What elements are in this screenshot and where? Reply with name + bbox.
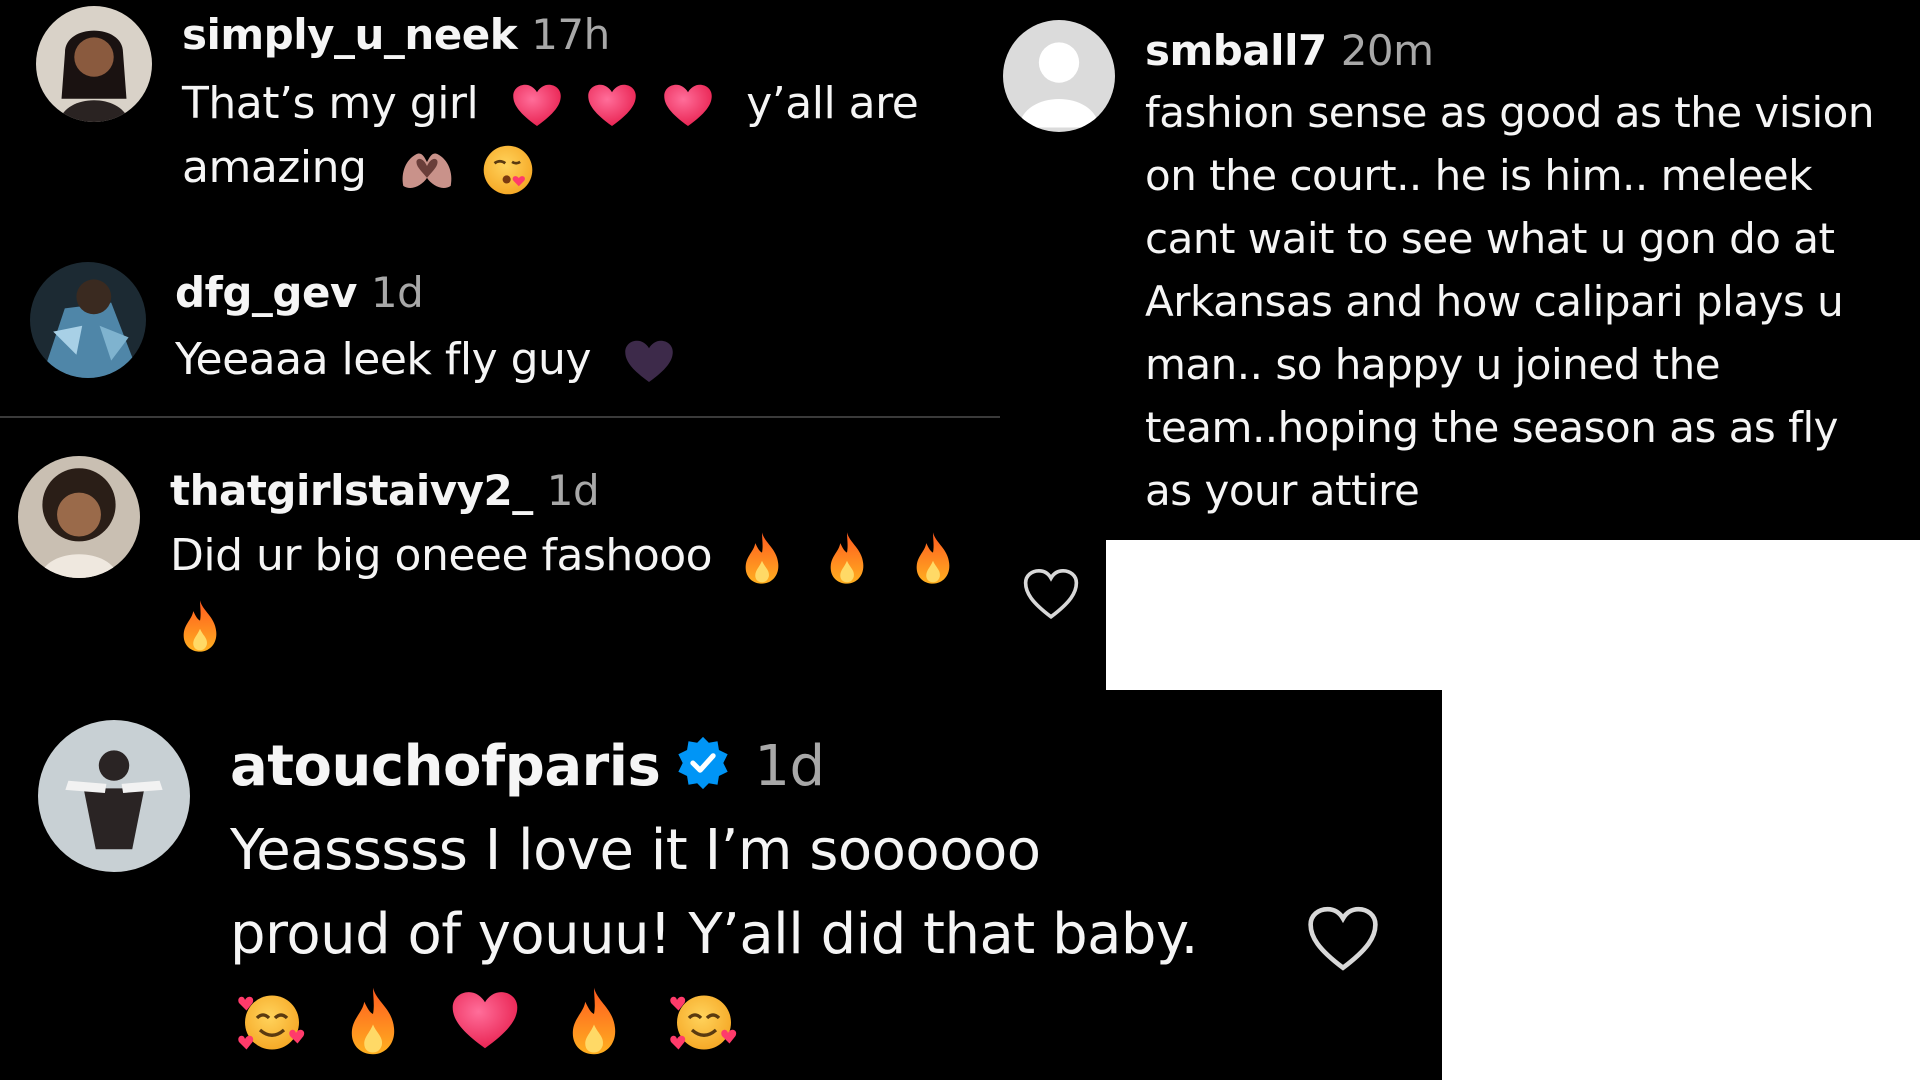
comment-text-line: Did ur big oneee fashooo bbox=[170, 530, 961, 585]
comment-text: That’s my girl bbox=[182, 78, 479, 129]
comment-text-line: Arkansas and how calipari plays u bbox=[1145, 277, 1844, 326]
red-heart-icon bbox=[587, 83, 637, 129]
like-heart-icon[interactable] bbox=[1306, 906, 1380, 974]
red-heart-icon bbox=[663, 83, 713, 129]
timestamp: 1d bbox=[754, 734, 825, 800]
smiling-face-with-hearts-icon bbox=[236, 987, 308, 1055]
timestamp: 1d bbox=[370, 268, 424, 317]
avatar-thatgirlstaivy2[interactable] bbox=[18, 456, 140, 578]
comment-panel-right: smball7 20m fashion sense as good as the … bbox=[1000, 0, 1920, 540]
face-blowing-kiss-icon bbox=[481, 143, 535, 197]
comment-text: Did ur big oneee fashooo bbox=[170, 530, 713, 581]
timestamp: 1d bbox=[546, 466, 600, 515]
comment-text: Yeeaaa leek fly guy bbox=[175, 334, 591, 385]
comment-text-line: on the court.. he is him.. meleek bbox=[1145, 151, 1813, 200]
comment-header: atouchofparis 1d bbox=[230, 734, 825, 806]
comment-text-line: proud of youuu! Y’all did that baby. bbox=[230, 902, 1198, 967]
fire-icon bbox=[566, 986, 622, 1056]
username[interactable]: smball7 bbox=[1145, 26, 1327, 75]
comment-panel-bottom: atouchofparis 1d Yeasssss I love it I’m … bbox=[0, 690, 1442, 1080]
username[interactable]: thatgirlstaivy2_ bbox=[170, 466, 533, 515]
username[interactable]: simply_u_neek bbox=[182, 10, 518, 59]
comment-header: dfg_gev 1d bbox=[175, 268, 424, 317]
comment-text-line: Yeasssss I love it I’m soooooo bbox=[230, 818, 1041, 883]
timestamp: 17h bbox=[531, 10, 610, 59]
comment-header: smball7 20m bbox=[1145, 26, 1434, 75]
emoji-row bbox=[236, 986, 746, 1056]
comment-text: y’all are bbox=[746, 78, 919, 129]
fire-icon bbox=[178, 599, 222, 653]
comment-text-line: cant wait to see what u gon do at bbox=[1145, 214, 1835, 263]
avatar-atouchofparis[interactable] bbox=[38, 720, 190, 872]
username[interactable]: atouchofparis bbox=[230, 734, 661, 799]
comment-panel-top-left: simply_u_neek 17h That’s my girl y’all ar… bbox=[0, 0, 1000, 418]
comment-text-line: That’s my girl y’all are bbox=[182, 78, 919, 129]
fire-icon bbox=[740, 531, 784, 585]
fire-icon bbox=[911, 531, 955, 585]
comment-header: simply_u_neek 17h bbox=[182, 10, 610, 59]
heart-hands-icon bbox=[398, 146, 456, 194]
avatar-smball7[interactable] bbox=[1003, 20, 1115, 132]
timestamp: 20m bbox=[1340, 26, 1434, 75]
comment-text-line: team..hoping the season as as fly bbox=[1145, 403, 1838, 452]
comment-text: amazing bbox=[182, 142, 367, 193]
avatar-dfg-gev[interactable] bbox=[30, 262, 146, 378]
fire-icon bbox=[825, 531, 869, 585]
verified-badge-icon bbox=[674, 734, 732, 806]
red-heart-icon bbox=[451, 990, 519, 1052]
avatar-simply-u-neek[interactable] bbox=[36, 6, 152, 122]
smiling-face-with-hearts-icon bbox=[668, 987, 740, 1055]
comment-text-line: amazing bbox=[182, 142, 541, 197]
comment-header: thatgirlstaivy2_ 1d bbox=[170, 466, 600, 515]
comment-text-line: fashion sense as good as the vision bbox=[1145, 88, 1874, 137]
red-heart-icon bbox=[512, 83, 562, 129]
comment-panel-middle: thatgirlstaivy2_ 1d Did ur big oneee fash… bbox=[0, 418, 1106, 690]
comment-text-line: Yeeaaa leek fly guy bbox=[175, 334, 680, 385]
comment-text-line bbox=[178, 598, 228, 653]
comment-text-line: man.. so happy u joined the bbox=[1145, 340, 1721, 389]
like-heart-icon[interactable] bbox=[1022, 568, 1080, 622]
username[interactable]: dfg_gev bbox=[175, 268, 357, 317]
black-heart-icon bbox=[624, 339, 674, 385]
fire-icon bbox=[345, 986, 401, 1056]
comment-text-line: as your attire bbox=[1145, 466, 1420, 515]
